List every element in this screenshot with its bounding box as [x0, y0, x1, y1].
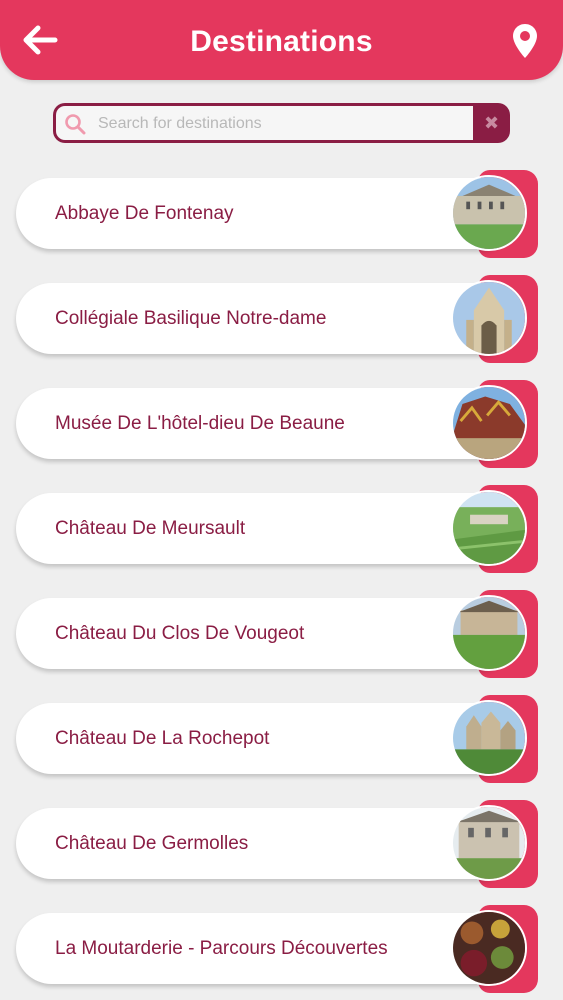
item-pill[interactable]: Abbaye De Fontenay [16, 178, 516, 249]
clear-search-button[interactable]: ✖ [473, 103, 510, 143]
item-pill[interactable]: Château De Meursault [16, 493, 516, 564]
list-item[interactable]: Château Du Clos De Vougeot [0, 588, 563, 684]
back-button[interactable] [20, 20, 60, 60]
destination-name: Château De Meursault [55, 518, 246, 539]
destination-name: Musée De L'hôtel-dieu De Beaune [55, 413, 345, 434]
destination-name: Château De La Rochepot [55, 728, 270, 749]
search-field-container [56, 106, 473, 142]
destination-thumbnail [451, 595, 527, 671]
page-title: Destinations [190, 25, 373, 58]
list-item[interactable]: Château De Germolles [0, 798, 563, 894]
destination-name: Château De Germolles [55, 833, 249, 854]
list-item[interactable]: Château De Meursault [0, 483, 563, 579]
map-pin-icon [513, 24, 537, 58]
search-icon [65, 114, 86, 135]
destination-thumbnail [451, 385, 527, 461]
destination-thumbnail [451, 805, 527, 881]
item-pill[interactable]: Château De Germolles [16, 808, 516, 879]
destination-name: Château Du Clos De Vougeot [55, 623, 305, 644]
location-button[interactable] [509, 22, 541, 60]
list-item[interactable]: La Moutarderie - Parcours Découvertes [0, 903, 563, 999]
item-pill[interactable]: Musée De L'hôtel-dieu De Beaune [16, 388, 516, 459]
destination-thumbnail [451, 490, 527, 566]
item-pill[interactable]: Château De La Rochepot [16, 703, 516, 774]
list-item[interactable]: Musée De L'hôtel-dieu De Beaune [0, 378, 563, 474]
list-item[interactable]: Château De La Rochepot [0, 693, 563, 789]
list-item[interactable]: Abbaye De Fontenay [0, 168, 563, 264]
destination-thumbnail [451, 700, 527, 776]
destination-name: Abbaye De Fontenay [55, 203, 234, 224]
search-bar: ✖ [53, 103, 510, 143]
item-pill[interactable]: La Moutarderie - Parcours Découvertes [16, 913, 516, 984]
arrow-left-icon [23, 25, 58, 55]
search-input[interactable] [96, 106, 470, 142]
destination-thumbnail [451, 910, 527, 986]
item-pill[interactable]: Collégiale Basilique Notre-dame [16, 283, 516, 354]
close-icon: ✖ [483, 112, 500, 133]
app-header: Destinations [0, 0, 563, 80]
destination-name: La Moutarderie - Parcours Découvertes [55, 938, 388, 959]
item-pill[interactable]: Château Du Clos De Vougeot [16, 598, 516, 669]
destination-thumbnail [451, 175, 527, 251]
destination-name: Collégiale Basilique Notre-dame [55, 308, 327, 329]
destination-thumbnail [451, 280, 527, 356]
list-item[interactable]: Collégiale Basilique Notre-dame [0, 273, 563, 369]
